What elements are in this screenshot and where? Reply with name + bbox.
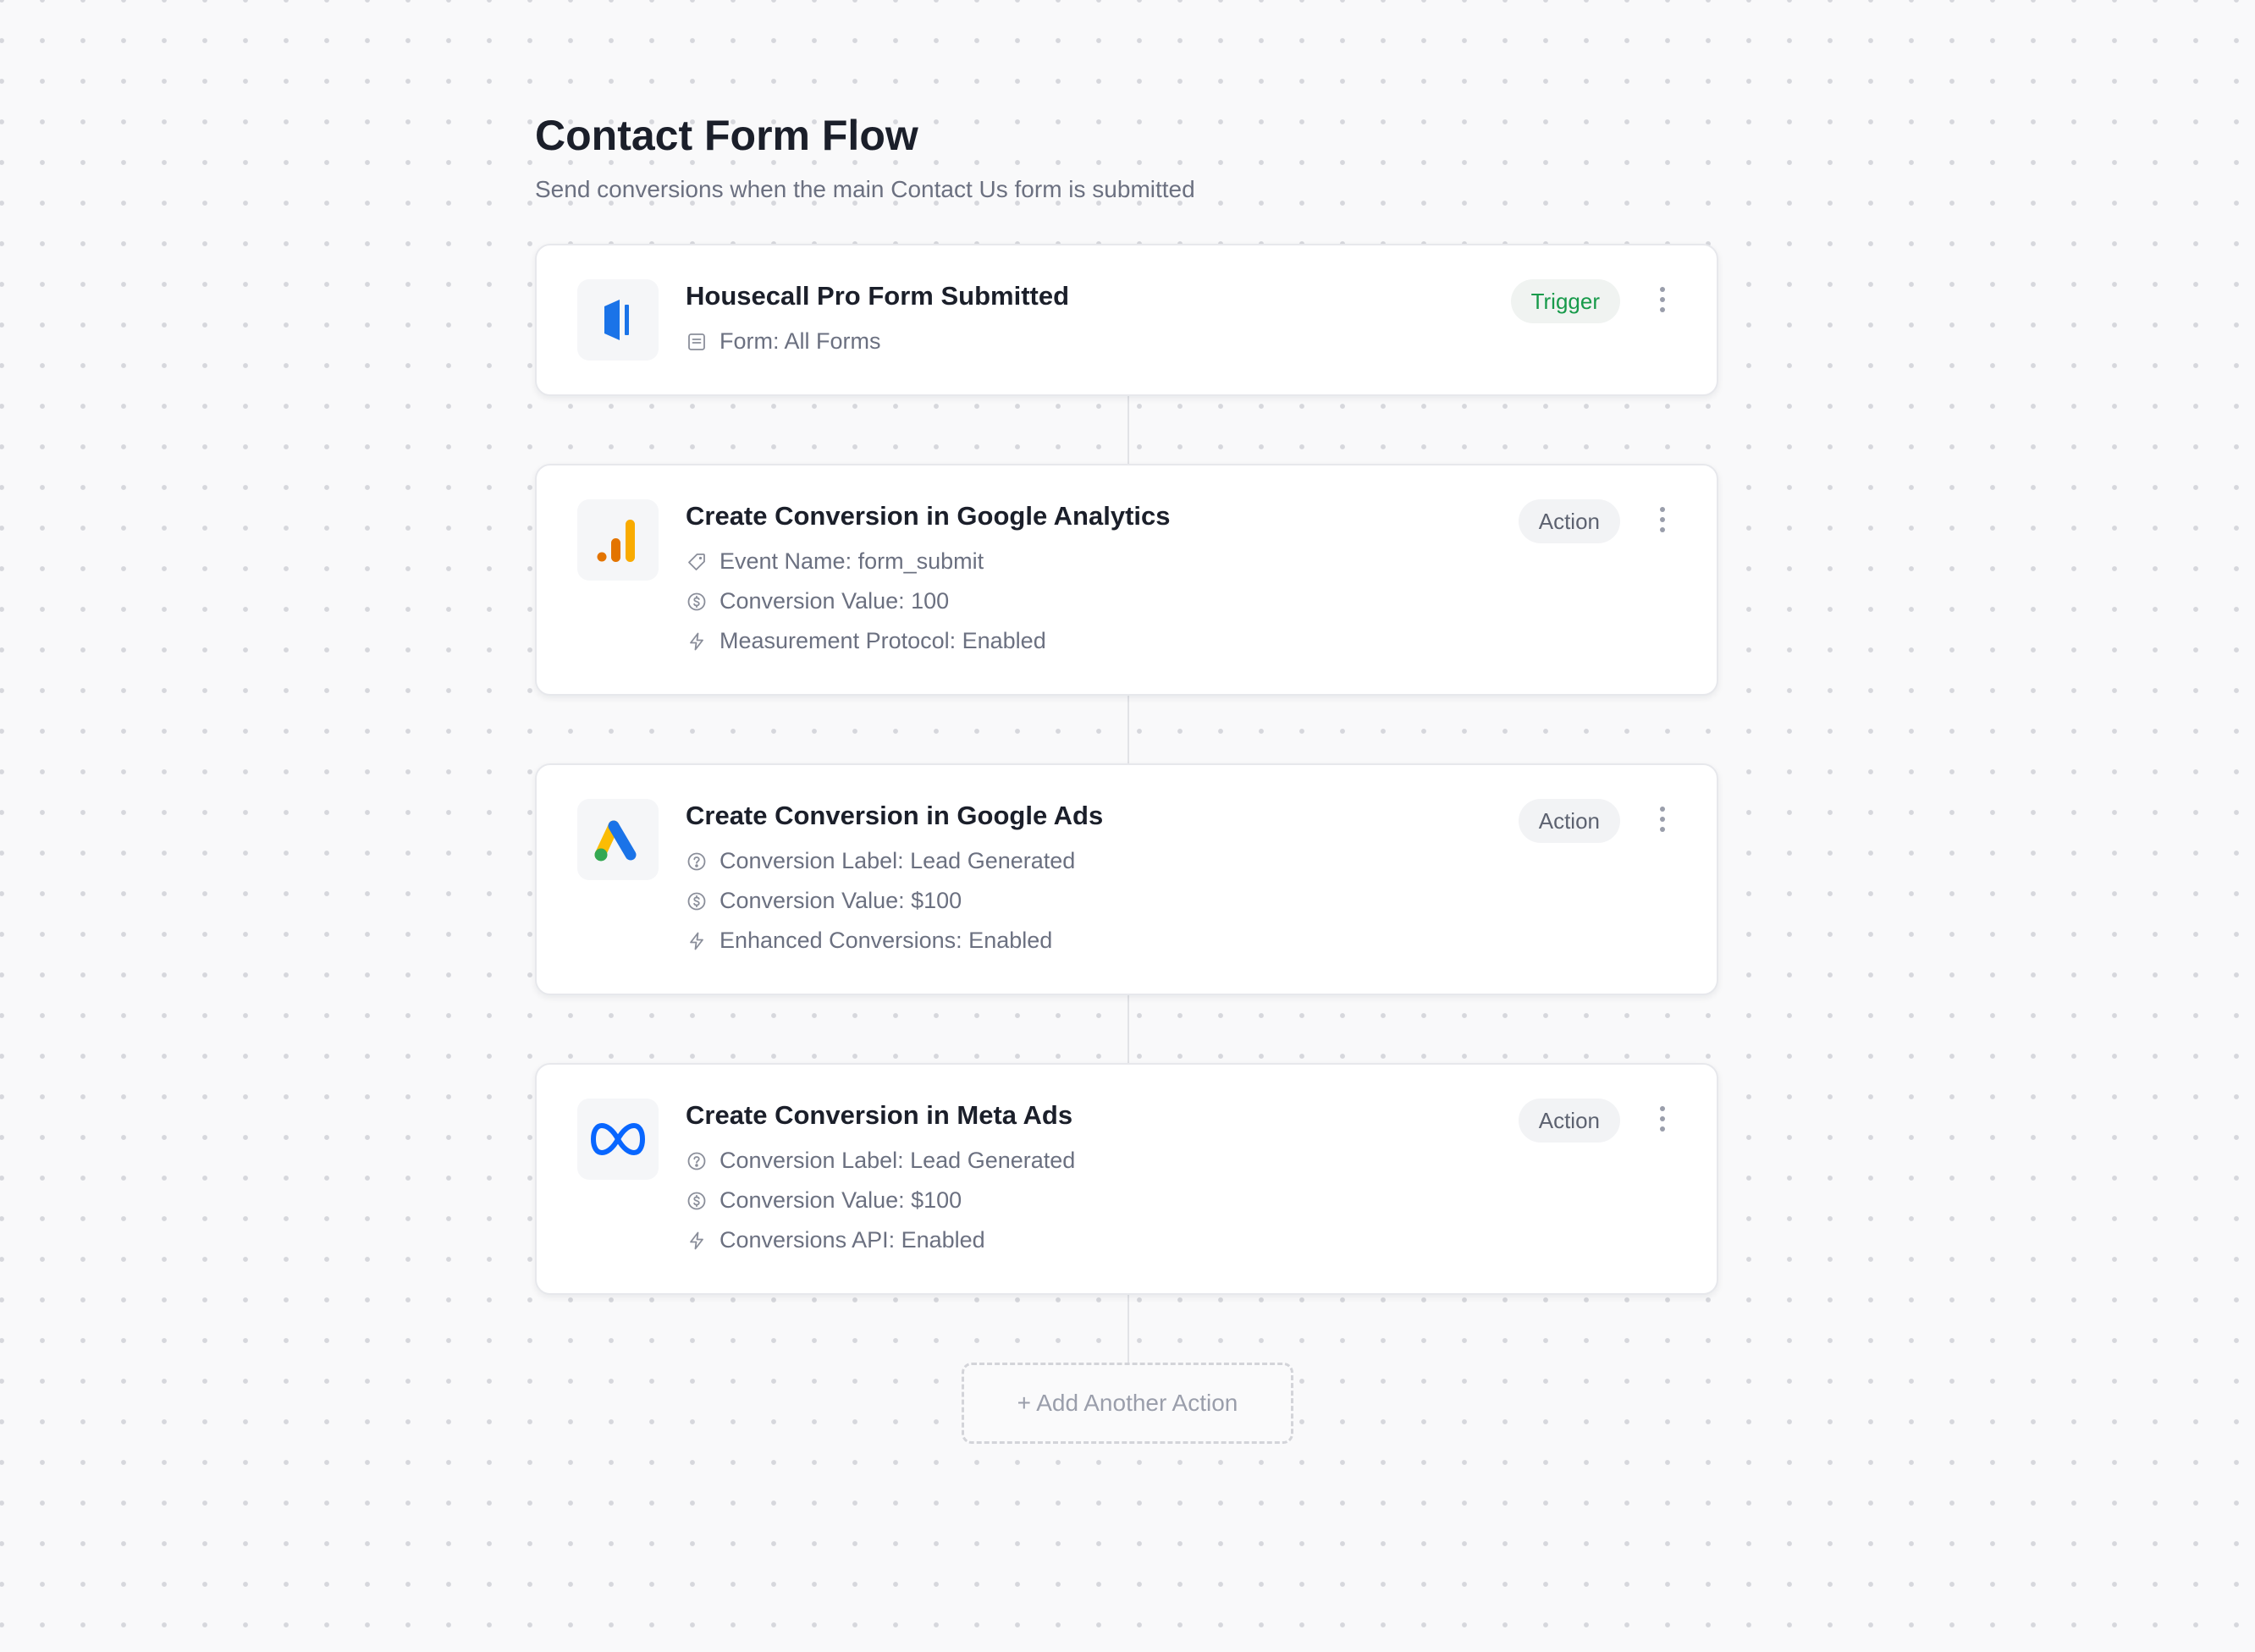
action-card-google-ads[interactable]: Create Conversion in Google Ads Conversi… [535, 763, 1718, 995]
action-card-meta-ads[interactable]: Create Conversion in Meta Ads Conversion… [535, 1063, 1718, 1295]
more-options-icon[interactable] [1649, 503, 1676, 537]
flow-connector [1128, 1293, 1129, 1363]
flow-connector [1128, 394, 1129, 465]
lightning-icon [686, 631, 708, 653]
detail-text: Conversion Label: Lead Generated [720, 1148, 1076, 1173]
detail-text: Conversion Value: $100 [720, 1187, 962, 1213]
detail-row: Event Name: form_submit [686, 542, 1513, 581]
detail-row: Conversion Label: Lead Generated [686, 841, 1513, 881]
flow-connector [1128, 694, 1129, 765]
more-options-icon[interactable] [1649, 1102, 1676, 1136]
action-details: Conversion Label: Lead Generated Convers… [686, 1141, 1513, 1260]
action-badge: Action [1518, 1099, 1620, 1143]
lightning-icon [686, 930, 708, 952]
action-title: Create Conversion in Google Analytics [686, 501, 1171, 531]
action-details: Conversion Label: Lead Generated Convers… [686, 841, 1513, 961]
meta-icon [577, 1099, 659, 1180]
add-another-action-button[interactable]: + Add Another Action [962, 1363, 1293, 1444]
detail-text: Conversions API: Enabled [720, 1227, 985, 1253]
detail-text: Conversion Value: 100 [720, 588, 950, 614]
detail-row: Conversion Label: Lead Generated [686, 1141, 1513, 1181]
document-icon [686, 331, 708, 353]
lightning-icon [686, 1230, 708, 1252]
page-header: Contact Form Flow Send conversions when … [535, 108, 1720, 205]
action-details: Event Name: form_submit Conversion Value… [686, 542, 1513, 661]
detail-text: Enhanced Conversions: Enabled [720, 928, 1053, 953]
action-title: Create Conversion in Google Ads [686, 801, 1104, 830]
housecall-pro-icon [577, 279, 659, 361]
action-body: Create Conversion in Meta Ads Conversion… [686, 1099, 1513, 1260]
google-analytics-icon [577, 499, 659, 581]
more-options-icon[interactable] [1649, 283, 1676, 317]
dollar-icon [686, 890, 708, 912]
dollar-icon [686, 591, 708, 613]
action-body: Create Conversion in Google Ads Conversi… [686, 799, 1513, 961]
detail-row: Measurement Protocol: Enabled [686, 621, 1513, 661]
help-circle-icon [686, 1150, 708, 1172]
trigger-card[interactable]: Housecall Pro Form Submitted Form: All F… [535, 244, 1718, 396]
trigger-body: Housecall Pro Form Submitted Form: All F… [686, 279, 1513, 361]
detail-row: Conversion Value: 100 [686, 581, 1513, 621]
detail-text: Conversion Value: $100 [720, 888, 962, 913]
detail-text: Event Name: form_submit [720, 548, 984, 574]
detail-row: Conversion Value: $100 [686, 881, 1513, 921]
detail-row: Conversion Value: $100 [686, 1181, 1513, 1220]
tag-icon [686, 551, 708, 573]
dollar-icon [686, 1190, 708, 1212]
flow-connector [1128, 994, 1129, 1065]
action-card-google-analytics[interactable]: Create Conversion in Google Analytics Ev… [535, 464, 1718, 696]
trigger-details: Form: All Forms [686, 322, 1513, 361]
detail-row: Enhanced Conversions: Enabled [686, 921, 1513, 961]
detail-row: Conversions API: Enabled [686, 1220, 1513, 1260]
help-circle-icon [686, 851, 708, 873]
google-ads-icon [577, 799, 659, 880]
detail-text: Form: All Forms [720, 328, 881, 354]
detail-row: Form: All Forms [686, 322, 1513, 361]
action-title: Create Conversion in Meta Ads [686, 1100, 1073, 1130]
action-badge: Action [1518, 799, 1620, 843]
action-badge: Action [1518, 499, 1620, 543]
page-title: Contact Form Flow [535, 112, 918, 159]
detail-text: Measurement Protocol: Enabled [720, 628, 1046, 653]
action-body: Create Conversion in Google Analytics Ev… [686, 499, 1513, 661]
detail-text: Conversion Label: Lead Generated [720, 848, 1076, 873]
trigger-title: Housecall Pro Form Submitted [686, 281, 1070, 311]
more-options-icon[interactable] [1649, 802, 1676, 836]
trigger-badge: Trigger [1510, 279, 1620, 323]
page-subtitle: Send conversions when the main Contact U… [535, 176, 1195, 202]
